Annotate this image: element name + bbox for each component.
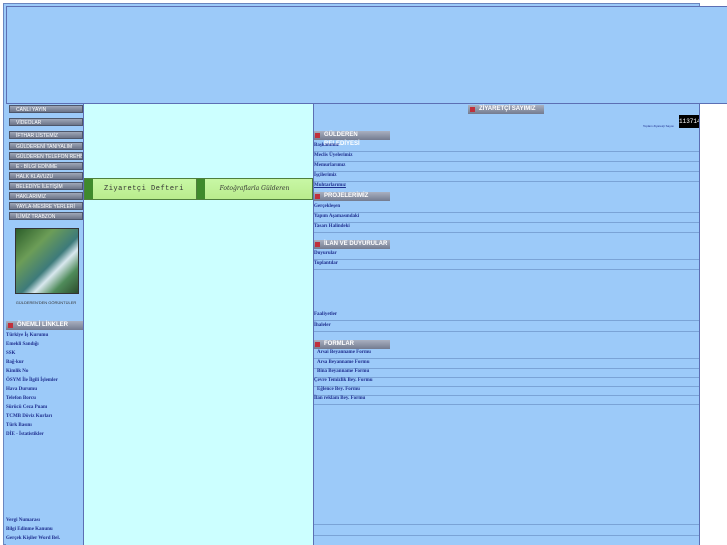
link-item[interactable]: TCMB Döviz Kurları	[6, 414, 52, 419]
important-links-header: ÖNEMLİ LİNKLER	[6, 321, 83, 330]
link-item[interactable]: Çevre Temizlik Bey. Formu	[314, 378, 373, 383]
link-item[interactable]: DİE - İstatistikler	[6, 432, 44, 437]
projects-title: PROJELERİMİZ	[324, 193, 369, 199]
photos-tab[interactable]: Fotoğraflarla Gülderen	[196, 178, 313, 200]
link-item[interactable]: Yapım Aşamasındaki	[314, 214, 359, 219]
divider	[313, 269, 700, 270]
link-item[interactable]: Gerçekleşen	[314, 204, 340, 209]
divider	[313, 212, 700, 213]
photo-caption: GÜLDEREN'DEN GÖRÜNTÜLER	[15, 300, 77, 305]
visitor-count-header: ZİYARETÇİ SAYIMIZ	[468, 105, 544, 114]
link-item[interactable]: Duyurular	[314, 251, 337, 256]
link-item[interactable]: Hava Durumu	[6, 387, 37, 392]
main-content: Ziyaretçi Defteri Fotoğraflarla Gülderen	[84, 104, 313, 545]
right-column: ZİYARETÇİ SAYIMIZ 113714 Toplam Ziyaretç…	[313, 104, 701, 545]
link-item[interactable]: Bilgi Edinme Kanunu	[6, 527, 53, 532]
divider	[313, 386, 700, 387]
nav-e-info-button[interactable]: E - BİLGİ EDİNME	[9, 162, 83, 170]
divider	[313, 181, 700, 182]
nav-trabzon-button[interactable]: İLİMİZ TRABZON	[9, 212, 83, 220]
nav-public-guide-button[interactable]: HALK KLAVUZU	[9, 172, 83, 180]
divider	[313, 404, 700, 405]
link-item[interactable]: Arsai Beyanname Formu	[317, 350, 371, 355]
important-links-title: ÖNEMLİ LİNKLER	[17, 322, 68, 328]
link-item[interactable]: Emekli Sandığı	[6, 342, 39, 347]
link-item[interactable]: Vergi Numarası	[6, 518, 40, 523]
divider	[313, 222, 700, 223]
link-item[interactable]: Toplantılar	[314, 261, 338, 266]
bullet-icon	[315, 194, 320, 199]
forms-header: FORMLAR	[313, 340, 390, 349]
divider	[313, 259, 700, 260]
divider	[313, 524, 700, 525]
link-item[interactable]: Başkanımız	[314, 143, 339, 148]
divider	[313, 161, 700, 162]
nav-iftar-list-button[interactable]: İFTHAR LİSTEMİZ	[9, 131, 83, 139]
bullet-icon	[315, 133, 320, 138]
divider	[313, 151, 700, 152]
link-item[interactable]: Arsa Beyanname Formu	[317, 360, 370, 365]
left-sidebar: CANLI YAYIN VİDEOLAR İFTHAR LİSTEMİZ GÜL…	[6, 104, 83, 545]
link-item[interactable]: İşçilerimiz	[314, 173, 337, 178]
gallery-photo[interactable]	[15, 228, 79, 294]
guestbook-tab-label: Ziyaretçi Defteri	[104, 185, 184, 193]
guestbook-tab[interactable]: Ziyaretçi Defteri	[84, 178, 204, 200]
link-item[interactable]: Sürücü Ceza Puanı	[6, 405, 47, 410]
column-divider	[83, 104, 84, 545]
link-item[interactable]: Faaliyetler	[314, 312, 337, 317]
visitor-counter-label: Toplam Ziyaretçi Sayısı	[643, 124, 675, 128]
link-item[interactable]: Kimlik No	[6, 369, 28, 374]
center-tab-bar: Ziyaretçi Defteri Fotoğraflarla Gülderen	[84, 178, 313, 200]
link-item[interactable]: Bina Beyanname Formu	[317, 369, 369, 374]
bullet-icon	[315, 242, 320, 247]
link-item[interactable]: Telefon Borcu	[6, 396, 36, 401]
nav-videos-button[interactable]: VİDEOLAR	[9, 118, 83, 126]
link-item[interactable]: Meclis Üyelerimiz	[314, 153, 352, 158]
photos-tab-label: Fotoğraflarla Gülderen	[219, 185, 290, 192]
column-divider	[699, 104, 700, 545]
visitor-counter: 113714	[679, 115, 701, 128]
column-divider	[313, 104, 314, 545]
forms-title: FORMLAR	[324, 341, 354, 347]
divider	[313, 395, 700, 396]
bullet-icon	[470, 107, 475, 112]
municipality-header: GÜLDEREN BELEDİYESİ	[313, 131, 390, 147]
link-item[interactable]: Tasarı Halindeki	[314, 224, 350, 229]
link-item[interactable]: İhaleler	[314, 323, 331, 328]
link-item[interactable]: SSK	[6, 351, 15, 356]
visitor-count-title: ZİYARETÇİ SAYIMIZ	[479, 106, 536, 112]
tab-accent	[85, 179, 93, 199]
divider	[313, 331, 700, 332]
bullet-icon	[8, 323, 13, 328]
divider	[313, 232, 700, 233]
divider	[313, 320, 700, 321]
link-item[interactable]: Memurlarımız	[314, 163, 345, 168]
announcements-title: İLAN VE DUYURULAR	[324, 241, 388, 247]
link-item[interactable]: Bağ-kur	[6, 360, 24, 365]
divider	[313, 358, 700, 359]
divider	[313, 171, 700, 172]
link-item[interactable]: Eğlence Bey. Formu	[317, 387, 360, 392]
divider	[313, 535, 700, 536]
nav-plateaus-button[interactable]: YAYLA-MESİRE YERLERİ	[9, 202, 83, 210]
link-item[interactable]: Muhtarlarımız	[314, 183, 346, 188]
link-item[interactable]: Gerçek Kişiler Word Bel.	[6, 536, 60, 541]
link-item[interactable]: İlan reklam Bey. Formu	[314, 396, 365, 401]
nav-live-broadcast-button[interactable]: CANLI YAYIN	[9, 105, 83, 113]
projects-header: PROJELERİMİZ	[313, 192, 390, 201]
link-item[interactable]: Türkiye İş Kurumu	[6, 333, 48, 338]
nav-rights-button[interactable]: HAKLARIMIZ	[9, 192, 83, 200]
link-item[interactable]: Türk Basını	[6, 423, 32, 428]
header-banner	[6, 6, 727, 104]
divider	[313, 368, 700, 369]
bullet-icon	[315, 342, 320, 347]
announcements-header: İLAN VE DUYURULAR	[313, 240, 390, 249]
nav-phonebook-button[interactable]: GÜLDEREN TELEFON REHBERİ	[9, 152, 83, 160]
tab-accent	[197, 179, 205, 199]
nav-contact-button[interactable]: BELEDİYE İLETİŞİM	[9, 182, 83, 190]
nav-get-to-know-button[interactable]: GÜLDERENİ TANIYALIM	[9, 142, 83, 150]
link-item[interactable]: ÖSYM İle İlgili İşlemler	[6, 378, 58, 383]
